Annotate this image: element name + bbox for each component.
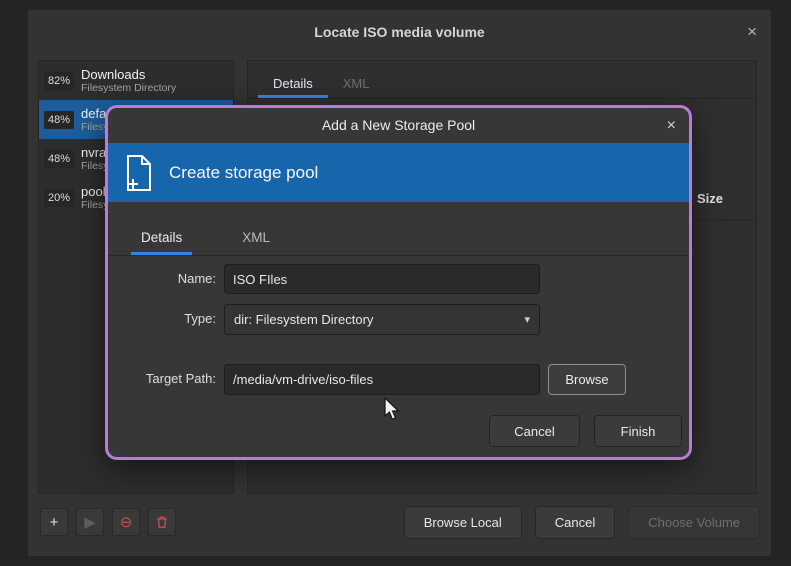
trash-icon: [155, 515, 169, 529]
banner-title: Create storage pool: [169, 163, 318, 183]
mouse-cursor: [383, 397, 405, 421]
dialog-banner: Create storage pool: [108, 143, 689, 202]
tab-details[interactable]: Details: [258, 67, 328, 98]
pool-usage-badge: 48%: [44, 111, 74, 129]
pool-usage-badge: 20%: [44, 189, 74, 207]
pool-usage-badge: 82%: [44, 72, 74, 90]
footer-actions: Browse Local Cancel Choose Volume: [404, 506, 760, 539]
chevron-down-icon: ▾: [524, 313, 530, 326]
pool-name: Downloads: [81, 67, 176, 82]
cancel-button[interactable]: Cancel: [535, 506, 615, 539]
volume-size-column-header: Size: [697, 191, 723, 206]
dialog-cancel-button[interactable]: Cancel: [489, 415, 580, 447]
pool-toolbar: + ▶ ⊖: [40, 508, 176, 536]
dialog-tab-details[interactable]: Details: [131, 230, 192, 255]
play-icon: ▶: [84, 513, 96, 531]
stop-pool-button[interactable]: ⊖: [112, 508, 140, 536]
plus-icon: +: [50, 514, 59, 531]
dialog-tabbar: Details XML: [108, 202, 689, 256]
pool-name-input[interactable]: [224, 264, 540, 294]
pool-type-value: dir: Filesystem Directory: [234, 312, 373, 327]
target-path-label: Target Path:: [116, 371, 216, 386]
type-label: Type:: [116, 311, 216, 326]
browse-local-button[interactable]: Browse Local: [404, 506, 522, 539]
window-title: Locate ISO media volume: [28, 10, 771, 54]
tab-xml[interactable]: XML: [328, 67, 385, 98]
dialog-finish-button[interactable]: Finish: [594, 415, 682, 447]
pool-type-select[interactable]: dir: Filesystem Directory ▾: [224, 304, 540, 335]
window-close-icon[interactable]: ×: [747, 10, 757, 54]
new-document-icon: [124, 154, 154, 192]
dialog-title: Add a New Storage Pool: [108, 108, 689, 143]
window-titlebar: Locate ISO media volume ×: [28, 10, 771, 54]
add-pool-button[interactable]: +: [40, 508, 68, 536]
panel-tabbar: Details XML: [248, 61, 756, 99]
target-path-input[interactable]: [224, 364, 540, 395]
screen: Locate ISO media volume × 82% Downloads …: [0, 0, 791, 566]
pool-usage-badge: 48%: [44, 150, 74, 168]
pool-type: Filesystem Directory: [81, 82, 176, 94]
browse-button[interactable]: Browse: [548, 364, 626, 395]
delete-pool-button[interactable]: [148, 508, 176, 536]
name-label: Name:: [116, 271, 216, 286]
dialog-tab-xml[interactable]: XML: [232, 230, 280, 255]
dialog-close-icon[interactable]: ×: [667, 108, 676, 143]
dialog-titlebar: Add a New Storage Pool ×: [108, 108, 689, 143]
stop-icon: ⊖: [120, 513, 133, 531]
start-pool-button[interactable]: ▶: [76, 508, 104, 536]
choose-volume-button[interactable]: Choose Volume: [628, 506, 760, 539]
pool-row-downloads[interactable]: 82% Downloads Filesystem Directory: [39, 61, 233, 100]
